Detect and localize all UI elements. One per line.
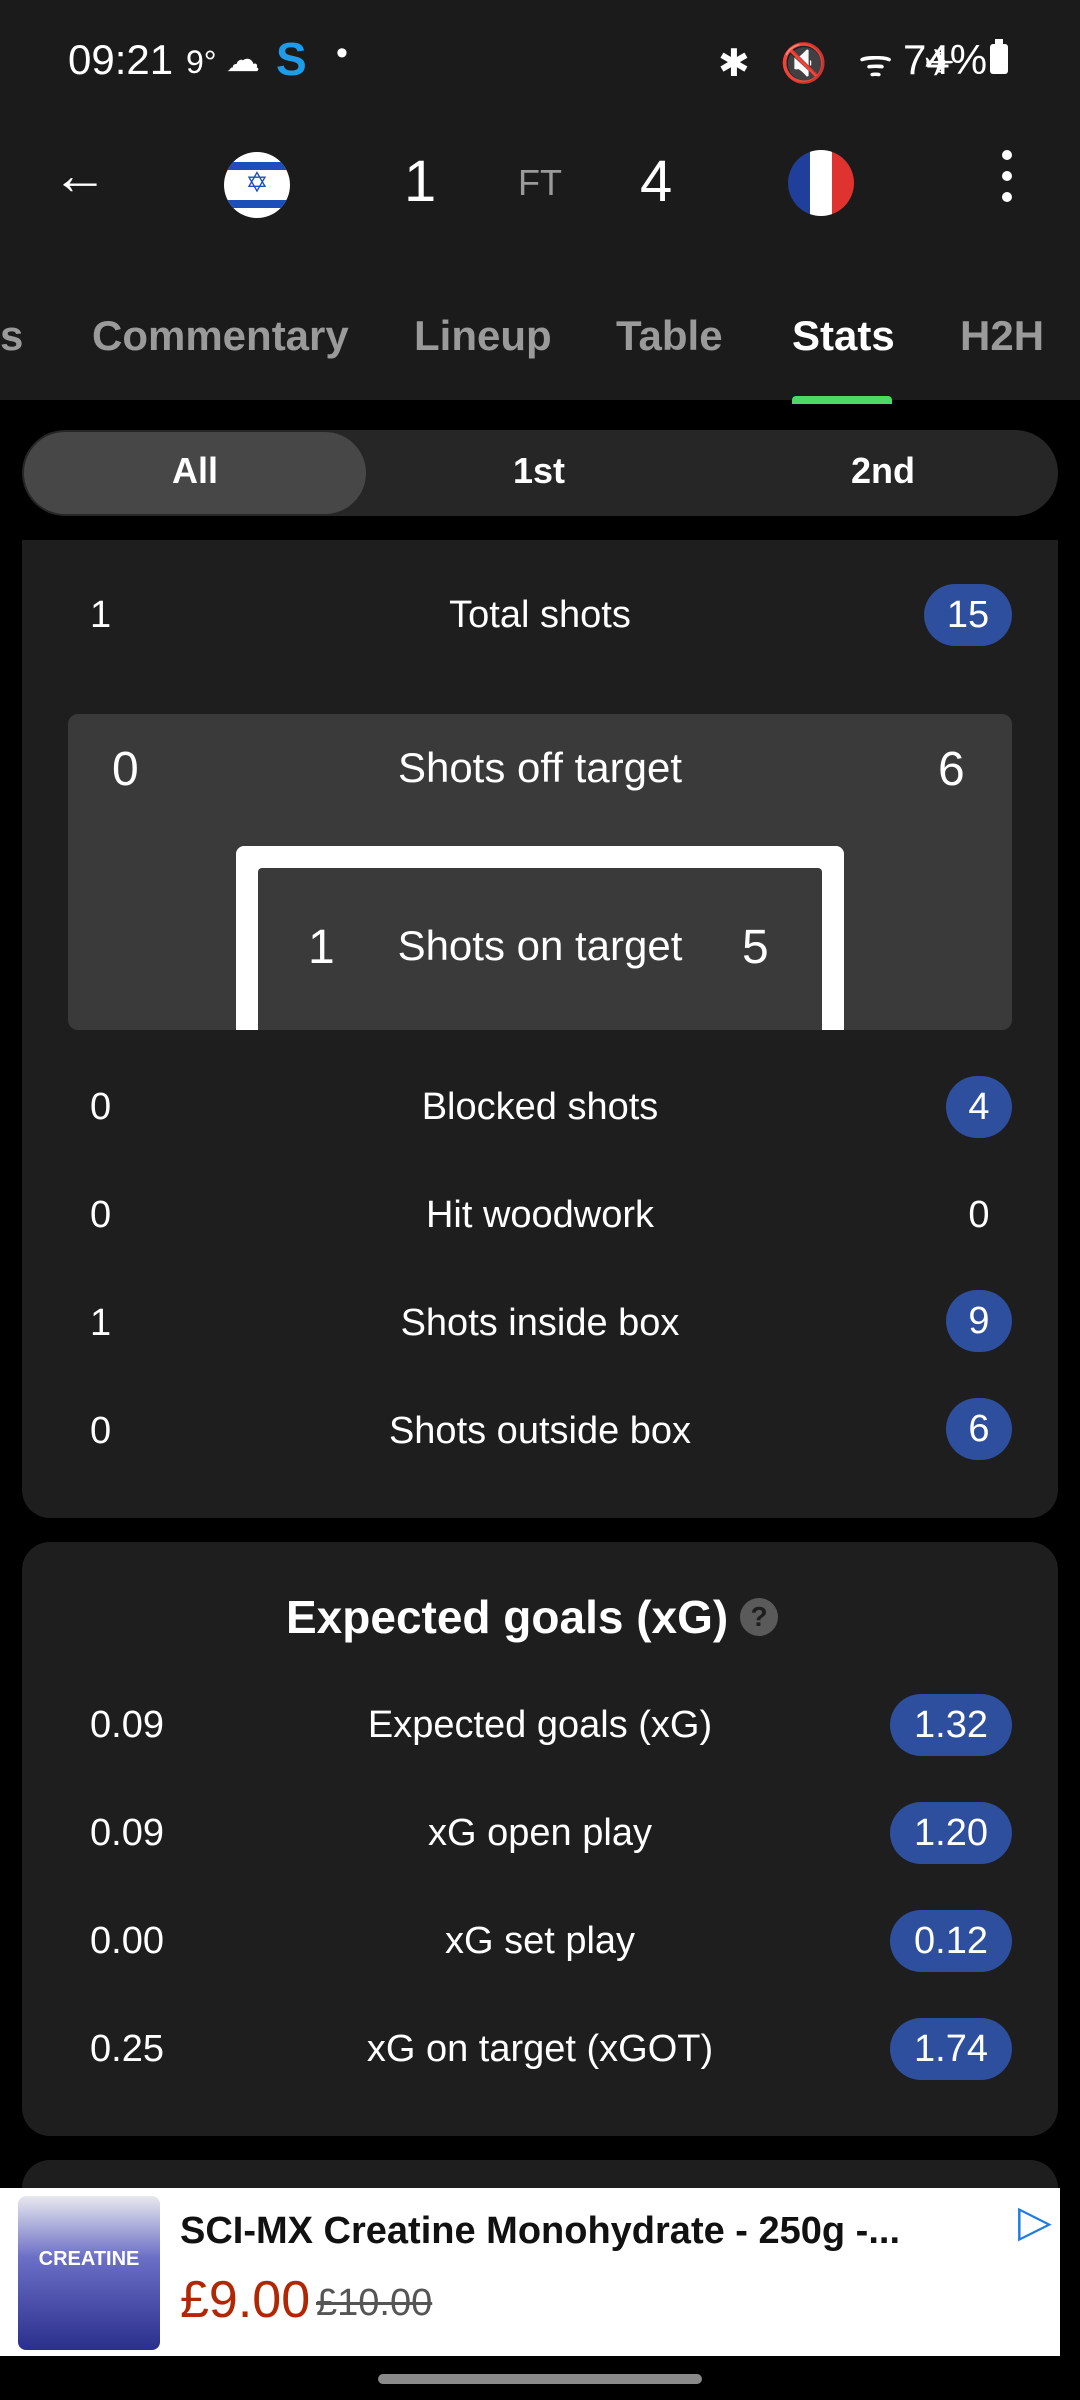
xg-away: 1.32: [890, 1694, 1012, 1756]
stat-away: 0: [968, 1194, 990, 1236]
france-flag-icon[interactable]: [788, 150, 854, 216]
s-app-icon: S: [276, 33, 307, 85]
shots-off-target-home: 0: [112, 743, 139, 796]
weather-icon: ☁: [226, 41, 260, 79]
more-options-icon[interactable]: [1002, 150, 1014, 213]
xg-label: Expected goals (xG): [367, 1704, 713, 1746]
notification-dot-icon: •: [336, 34, 348, 72]
xg-label: xG set play: [444, 1920, 636, 1962]
israel-flag-icon[interactable]: ✡: [224, 152, 290, 218]
tab-h2h[interactable]: H2H: [960, 312, 1044, 360]
battery-percent: 74%: [903, 36, 988, 83]
period-second-half[interactable]: 2nd: [712, 450, 1054, 492]
shots-on-target-away: 5: [742, 921, 769, 974]
stat-label: Shots outside box: [388, 1410, 692, 1452]
xg-home: 0.09: [90, 1812, 164, 1854]
xg-title: Expected goals (xG): [286, 1591, 729, 1643]
stat-home: 0: [90, 1086, 112, 1128]
stat-away: 6: [946, 1398, 1012, 1460]
tab-stats[interactable]: Stats: [792, 312, 895, 360]
ad-choices-icon[interactable]: ▷: [1018, 2196, 1052, 2247]
ad-price: £9.00: [180, 2271, 311, 2329]
product-image[interactable]: [18, 2196, 160, 2350]
battery-icon: [990, 39, 1008, 74]
stat-home: 0: [90, 1194, 112, 1236]
xg-label: xG on target (xGOT): [366, 2028, 714, 2070]
xg-home: 0.00: [90, 1920, 164, 1962]
total-shots-away: 15: [924, 584, 1012, 646]
match-status: FT: [518, 162, 562, 203]
away-score: 4: [640, 149, 673, 214]
back-arrow-icon[interactable]: ←: [52, 142, 108, 207]
gesture-home-bar[interactable]: [378, 2374, 702, 2384]
xg-label: xG open play: [428, 1812, 652, 1854]
shots-off-target-away: 6: [938, 743, 965, 796]
total-shots-home: 1: [90, 594, 112, 636]
stat-away: 4: [946, 1076, 1012, 1138]
stat-label: Blocked shots: [421, 1086, 659, 1128]
xg-home: 0.09: [90, 1704, 164, 1746]
period-first-half[interactable]: 1st: [368, 450, 710, 492]
stat-label: Shots inside box: [400, 1302, 680, 1344]
stat-away: 9: [946, 1290, 1012, 1352]
period-all[interactable]: All: [24, 450, 366, 492]
tab-lineup[interactable]: Lineup: [414, 312, 552, 360]
stat-home: 1: [90, 1302, 112, 1344]
help-icon[interactable]: ?: [740, 1598, 778, 1636]
home-score: 1: [404, 149, 437, 214]
ad-old-price: £10.00: [316, 2282, 433, 2324]
xg-away: 1.20: [890, 1802, 1012, 1864]
tab-partial[interactable]: s: [0, 312, 23, 360]
tab-table[interactable]: Table: [616, 312, 723, 360]
status-time: 09:21: [68, 36, 174, 83]
active-tab-indicator: [792, 396, 892, 404]
total-shots-label: Total shots: [449, 594, 631, 636]
xg-away: 1.74: [890, 2018, 1012, 2080]
xg-home: 0.25: [90, 2028, 164, 2070]
product-image-label: CREATINE: [38, 2248, 140, 2270]
tab-commentary[interactable]: Commentary: [92, 312, 349, 360]
xg-away: 0.12: [890, 1910, 1012, 1972]
shots-off-target-label: Shots off target: [397, 744, 683, 791]
status-temperature: 9°: [186, 44, 217, 80]
stat-home: 0: [90, 1410, 112, 1452]
ad-title[interactable]: SCI-MX Creatine Monohydrate - 250g -...: [180, 2210, 900, 2253]
stat-label: Hit woodwork: [425, 1194, 655, 1236]
